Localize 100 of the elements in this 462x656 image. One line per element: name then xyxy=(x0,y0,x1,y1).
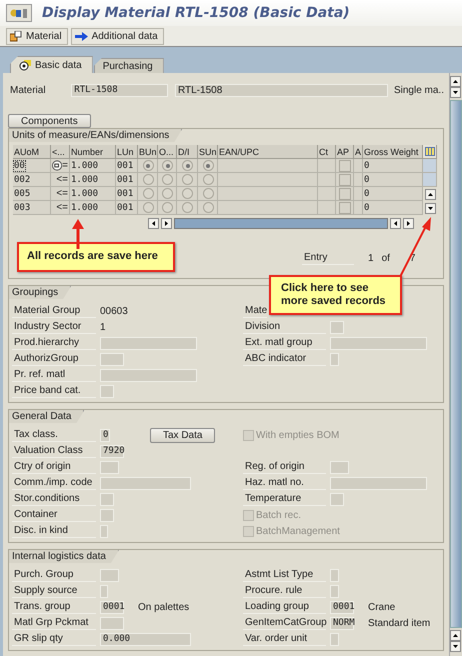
field-label: Industry Sector xyxy=(12,320,96,334)
scroll-up-button[interactable] xyxy=(450,76,461,87)
radio-button[interactable] xyxy=(202,174,214,185)
column-header[interactable]: Gross Weight xyxy=(363,145,423,159)
radio-button[interactable] xyxy=(202,202,214,213)
input-field[interactable] xyxy=(330,320,344,334)
column-header[interactable]: O... xyxy=(158,145,177,159)
window-title: Display Material RTL-1508 (Basic Data) xyxy=(42,5,350,21)
scroll-down-button[interactable] xyxy=(450,87,461,98)
field-label: AuthorizGroup xyxy=(12,352,96,366)
column-header[interactable]: LUn xyxy=(116,145,138,159)
radio-button[interactable] xyxy=(142,174,154,185)
input-field[interactable] xyxy=(330,492,344,506)
radio-button[interactable] xyxy=(202,160,214,171)
input-field[interactable] xyxy=(100,568,119,582)
column-header[interactable]: <... xyxy=(51,145,70,159)
checkbox-label: BatchManagement xyxy=(256,526,340,536)
scroll-down-button[interactable] xyxy=(450,641,461,652)
checkbox[interactable] xyxy=(339,202,351,214)
radio-button[interactable] xyxy=(162,188,173,199)
column-header[interactable]: SUn xyxy=(198,145,218,159)
radio-button[interactable] xyxy=(182,188,193,199)
checkbox[interactable] xyxy=(339,160,351,172)
radio-button[interactable] xyxy=(182,174,193,185)
input-field[interactable] xyxy=(100,492,114,506)
description-field[interactable]: RTL-1508 xyxy=(174,84,388,96)
scroll-left-button[interactable] xyxy=(148,218,159,229)
radio-button[interactable] xyxy=(162,160,173,171)
column-header[interactable]: BUn xyxy=(138,145,158,159)
input-field[interactable] xyxy=(330,632,339,646)
tab[interactable]: Purchasing xyxy=(94,58,164,73)
vertical-scrollbar[interactable] xyxy=(449,73,462,656)
checkbox[interactable] xyxy=(339,174,351,186)
radio-button[interactable] xyxy=(142,188,154,199)
checkbox[interactable] xyxy=(339,188,351,200)
input-field[interactable]: 0.000 xyxy=(100,632,191,646)
field-label: Temperature xyxy=(243,492,326,506)
scroll-right-button[interactable] xyxy=(403,218,414,229)
input-field[interactable]: 7920 xyxy=(100,444,124,458)
column-header[interactable]: Ct xyxy=(318,145,336,159)
input-field[interactable]: NORM xyxy=(330,616,354,630)
radio-button[interactable] xyxy=(162,202,173,213)
input-field[interactable] xyxy=(100,476,191,490)
input-field[interactable] xyxy=(100,584,108,598)
radio-button[interactable] xyxy=(142,160,154,171)
field-label: Stor.conditions xyxy=(12,492,96,506)
table-cell: <= xyxy=(56,188,68,199)
input-field[interactable] xyxy=(330,584,339,598)
detail-icon[interactable] xyxy=(52,160,62,171)
input-field[interactable] xyxy=(100,352,124,366)
input-field[interactable]: 0 xyxy=(100,428,110,442)
up-arrow-icon xyxy=(453,79,458,84)
radio-button[interactable] xyxy=(162,174,173,185)
table-cell: <= xyxy=(56,202,68,213)
field-label: Ctry of origin xyxy=(12,460,96,474)
vertical-scrollbar[interactable] xyxy=(423,159,437,173)
scrollbar-thumb[interactable] xyxy=(450,100,462,628)
scroll-up-button[interactable] xyxy=(424,188,436,200)
radio-button[interactable] xyxy=(182,202,193,213)
input-field[interactable] xyxy=(330,460,349,474)
field-label: Var. order unit xyxy=(243,632,326,646)
column-header[interactable]: AUoM xyxy=(13,145,51,159)
input-field[interactable] xyxy=(330,336,427,350)
input-field[interactable] xyxy=(100,616,124,630)
right-arrow-icon xyxy=(164,221,169,226)
column-header[interactable]: AP xyxy=(336,145,354,159)
scroll-up-button[interactable] xyxy=(450,630,461,641)
horizontal-scrollbar[interactable] xyxy=(174,218,388,229)
column-header[interactable]: D/I xyxy=(177,145,198,159)
input-field[interactable]: 0001 xyxy=(100,600,124,614)
column-header[interactable]: EAN/UPC xyxy=(218,145,318,159)
input-field[interactable] xyxy=(100,384,114,398)
input-field[interactable] xyxy=(330,568,339,582)
input-field[interactable]: RTL-1508 xyxy=(71,84,168,96)
vertical-scrollbar[interactable] xyxy=(423,173,437,187)
input-field[interactable] xyxy=(100,336,197,350)
column-header[interactable]: A xyxy=(354,145,363,159)
toolbar-button[interactable]: Additional data xyxy=(70,28,164,44)
tax-data-button[interactable]: Tax Data xyxy=(150,428,216,442)
input-field[interactable] xyxy=(330,352,339,366)
scroll-right-button[interactable] xyxy=(161,218,172,229)
components-button[interactable]: Components xyxy=(8,114,91,128)
input-field[interactable] xyxy=(100,508,114,522)
tab[interactable]: Basic data xyxy=(10,56,93,73)
table-cell: 001 xyxy=(116,201,138,215)
toolbar-button[interactable]: Material xyxy=(6,28,68,44)
column-settings-icon[interactable] xyxy=(423,145,437,159)
input-field[interactable] xyxy=(100,524,108,538)
input-field[interactable]: 0001 xyxy=(330,600,354,614)
column-header[interactable]: Number xyxy=(70,145,116,159)
input-field[interactable] xyxy=(100,460,119,474)
radio-button[interactable] xyxy=(202,188,214,199)
input-field[interactable] xyxy=(330,476,427,490)
input-field[interactable] xyxy=(100,368,197,382)
field-label: Division xyxy=(243,320,326,334)
toolbar-icon[interactable] xyxy=(6,4,32,22)
radio-button[interactable] xyxy=(142,202,154,213)
radio-button[interactable] xyxy=(182,160,193,171)
scroll-left-button[interactable] xyxy=(390,218,401,229)
scroll-down-button[interactable] xyxy=(424,202,436,214)
